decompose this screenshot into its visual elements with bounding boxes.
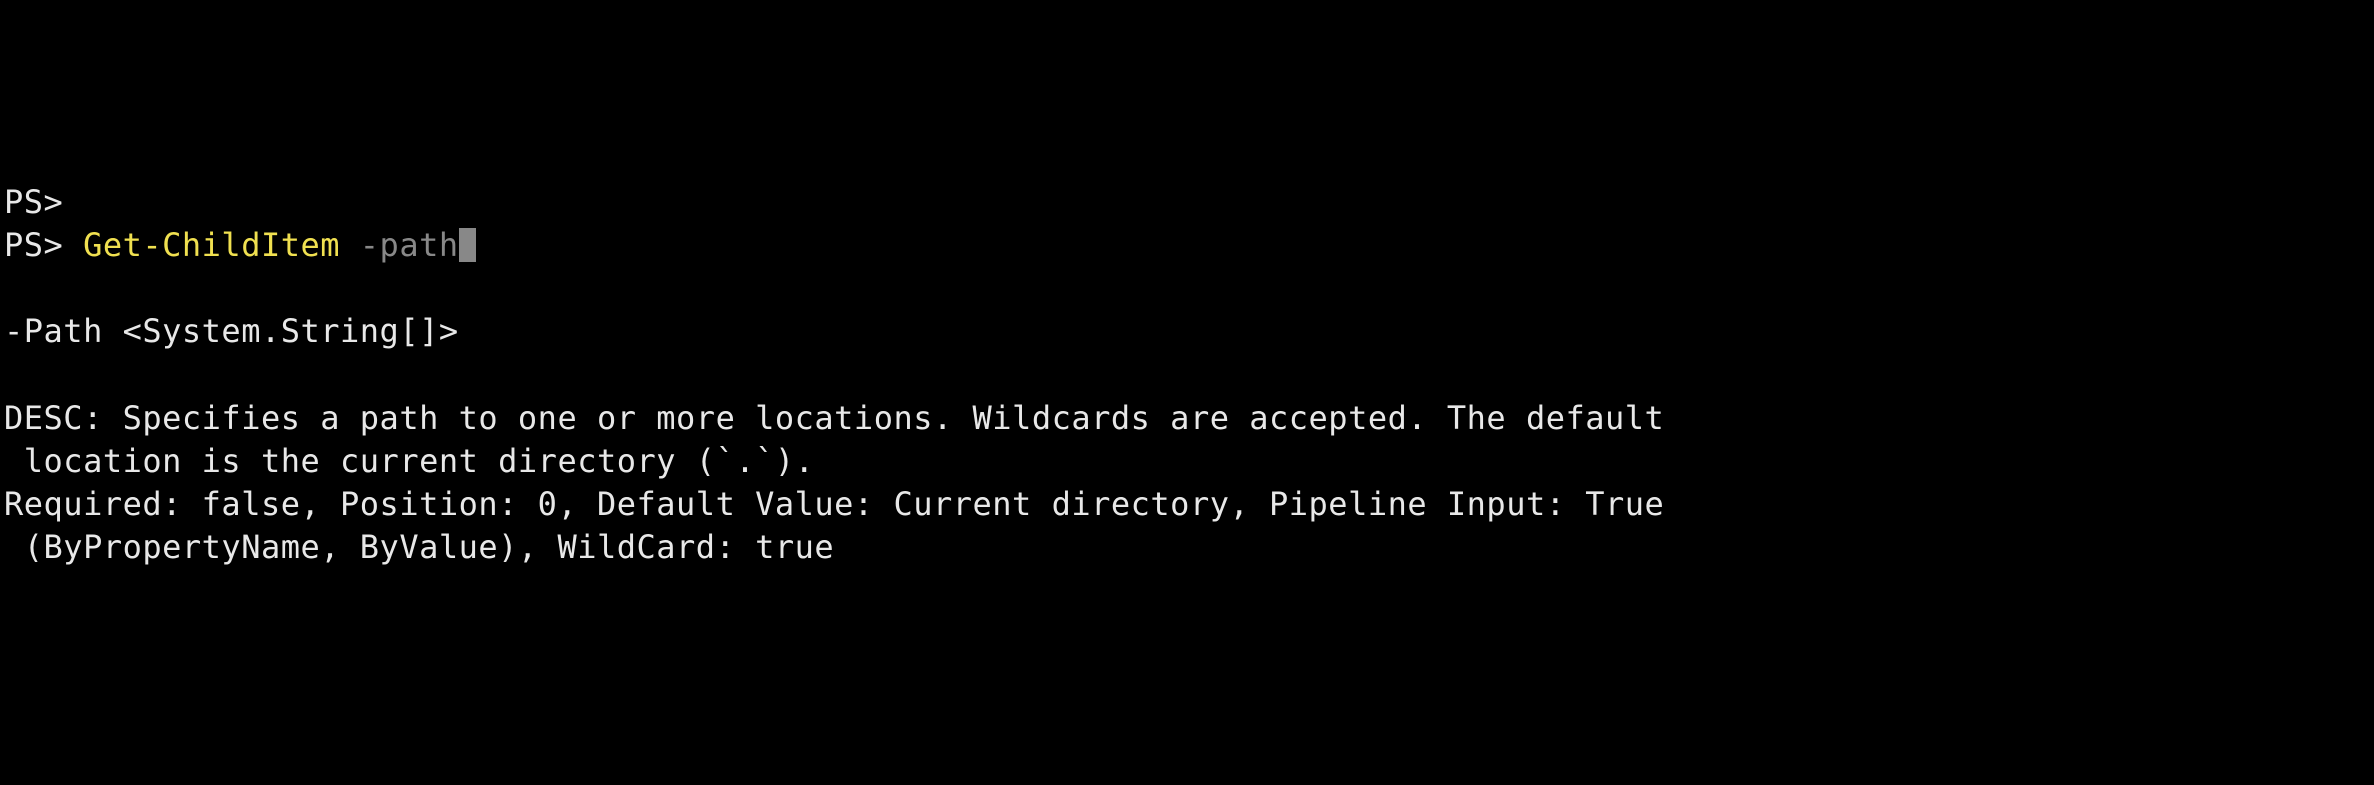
- help-signature: -Path <System.String[]>: [4, 312, 459, 350]
- help-description-line2: location is the current directory (`.`).: [4, 442, 814, 480]
- prompt-line-1: PS>: [4, 183, 63, 221]
- parameter-name: -path: [360, 226, 459, 264]
- prompt-line-2: PS>: [4, 226, 83, 264]
- cmdlet-name: Get-ChildItem: [83, 226, 340, 264]
- help-description-line1: DESC: Specifies a path to one or more lo…: [4, 399, 1664, 437]
- cmd-space: [340, 226, 360, 264]
- help-metadata-line1: Required: false, Position: 0, Default Va…: [4, 485, 1664, 523]
- help-metadata-line2: (ByPropertyName, ByValue), WildCard: tru…: [4, 528, 834, 566]
- terminal-output[interactable]: PS> PS> Get-ChildItem -path -Path <Syste…: [4, 181, 2370, 570]
- cursor-block: [459, 228, 476, 262]
